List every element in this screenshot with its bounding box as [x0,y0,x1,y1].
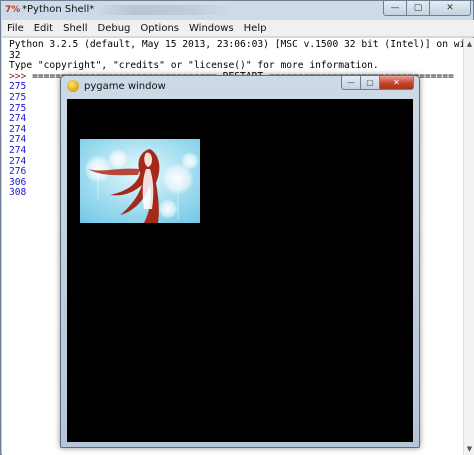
menu-debug[interactable]: Debug [93,20,136,37]
menu-options[interactable]: Options [135,20,184,37]
title-bar-glare [93,5,233,15]
pygame-canvas[interactable] [67,99,413,442]
pygame-maximize-button[interactable]: ▢ [361,76,380,90]
pygame-close-button[interactable]: ✕ [380,76,414,90]
maximize-icon: ▢ [413,3,423,13]
pygame-window: pygame window — ▢ ✕ [60,75,420,448]
scroll-up-arrow-icon[interactable]: ▲ [464,38,474,50]
shell-minimize-button[interactable]: — [383,1,407,16]
menu-shell[interactable]: Shell [58,20,92,37]
minimize-icon: — [390,3,400,13]
shell-title-bar[interactable]: 7% *Python Shell* — ▢ ✕ [1,1,474,20]
close-icon: ✕ [446,3,454,13]
banner-line: Python 3.2.5 (default, May 15 2013, 23:0… [9,39,472,50]
shell-menu-bar: File Edit Shell Debug Options Windows He… [2,20,474,37]
idle-app-icon: 7% [5,5,21,15]
close-icon: ✕ [393,78,400,87]
shell-close-button[interactable]: ✕ [430,1,471,16]
menu-file[interactable]: File [2,20,29,37]
menu-edit[interactable]: Edit [29,20,58,37]
maximize-icon: ▢ [366,78,374,87]
sprite-image [80,139,200,223]
shell-caption-buttons: — ▢ ✕ [383,1,471,16]
menu-windows[interactable]: Windows [184,20,239,37]
shell-prompt: >>> [9,70,27,82]
scroll-down-arrow-icon[interactable]: ▼ [464,443,474,455]
pygame-app-icon [67,80,79,92]
pygame-caption-buttons: — ▢ ✕ [341,76,414,90]
pygame-title-bar[interactable]: pygame window — ▢ ✕ [61,76,419,98]
shell-vertical-scrollbar[interactable]: ▲ ▼ [463,38,474,455]
girl-with-red-hair-sprite [80,139,200,223]
shell-window-title: *Python Shell* [22,4,95,15]
minimize-icon: — [347,78,355,87]
shell-maximize-button[interactable]: ▢ [407,1,430,16]
pygame-minimize-button[interactable]: — [341,76,361,90]
pygame-window-title: pygame window [84,81,166,92]
menu-help[interactable]: Help [239,20,272,37]
